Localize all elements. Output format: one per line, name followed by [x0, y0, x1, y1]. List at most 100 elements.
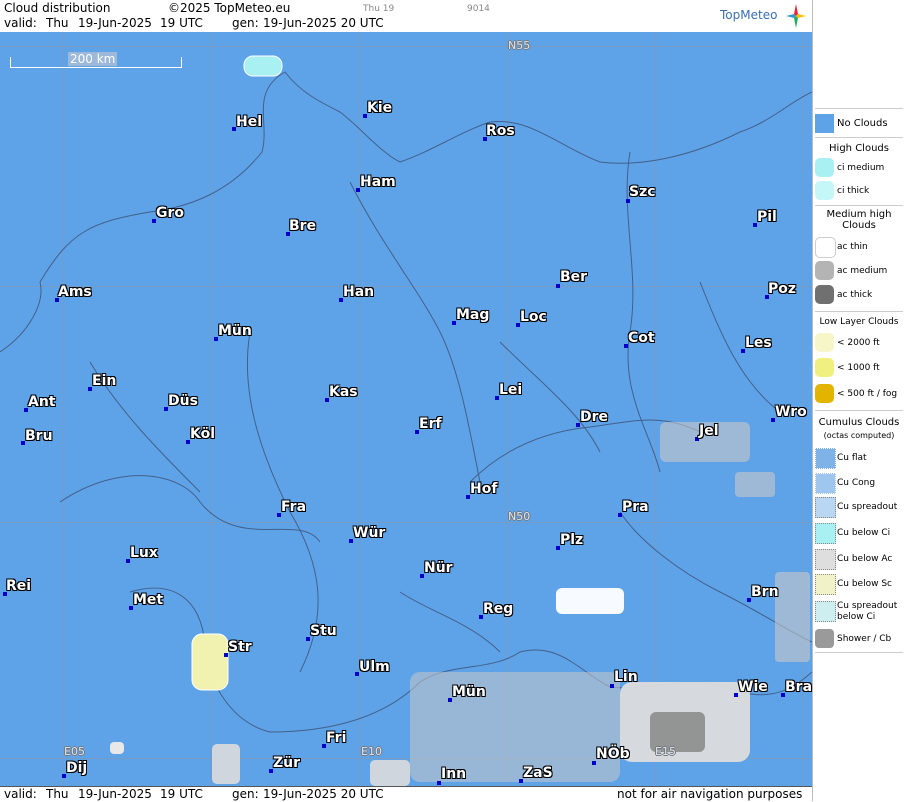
city-label[interactable]: Poz — [768, 281, 796, 297]
legend-cumulus: Cumulus Clouds — [818, 417, 900, 428]
city-label[interactable]: Dre — [580, 409, 608, 425]
legend-lt2000: < 2000 ft — [837, 338, 880, 348]
city-label[interactable]: Erf — [419, 416, 442, 432]
city-label[interactable]: Ant — [28, 394, 56, 410]
city-label[interactable]: Wür — [353, 525, 385, 541]
city-label[interactable]: Met — [133, 592, 163, 608]
legend-divider — [815, 410, 903, 411]
city-label[interactable]: Mün — [218, 323, 252, 339]
city-label[interactable]: Pil — [757, 209, 777, 225]
map-title: Cloud distribution — [4, 1, 111, 15]
legend-divider — [815, 205, 903, 206]
city-label[interactable]: Zür — [273, 755, 300, 771]
cloud-overlay — [110, 55, 810, 786]
city-label[interactable]: Ulm — [359, 659, 390, 675]
city-label[interactable]: Pra — [622, 499, 649, 515]
city-label[interactable]: Str — [228, 639, 252, 655]
city-label[interactable]: ZaS — [523, 765, 553, 781]
city-label[interactable]: Ein — [92, 373, 116, 389]
city-label[interactable]: Ros — [486, 123, 515, 139]
legend-medium-high: Medium high Clouds — [826, 209, 892, 231]
city-label[interactable]: Fri — [326, 730, 346, 746]
ci-medium-swatch — [815, 158, 834, 177]
cloud-map[interactable]: 200 km N55 N50 E05 E10 E15 Hel Kie Ros H… — [0, 32, 812, 786]
city-label[interactable]: Lux — [130, 545, 158, 561]
city-label[interactable]: Mag — [456, 307, 489, 323]
grid-label: N50 — [508, 510, 531, 523]
city-label[interactable]: Gro — [156, 205, 184, 221]
city-label[interactable]: Plz — [560, 532, 583, 548]
legend-divider — [815, 108, 903, 109]
legend-lt1000: < 1000 ft — [837, 363, 880, 373]
city-label[interactable]: Ams — [58, 284, 92, 300]
city-label[interactable]: Jel — [699, 423, 719, 439]
ac-medium-swatch — [815, 261, 834, 280]
valid-label: valid: — [4, 16, 37, 30]
city-label[interactable]: Lin — [614, 669, 638, 685]
city-label[interactable]: Bre — [289, 218, 316, 234]
city-label[interactable]: Hof — [470, 481, 497, 497]
city-label[interactable]: Bru — [25, 428, 53, 444]
city-label[interactable]: Inn — [441, 766, 466, 782]
topmeteo-logo[interactable]: TopMeteo — [720, 8, 777, 22]
city-label[interactable]: Fra — [281, 499, 306, 515]
city-label[interactable]: Köl — [190, 426, 215, 442]
footer-bar: valid: Thu 19-Jun-2025 19 UTC gen: 19-Ju… — [0, 786, 812, 802]
city-label[interactable]: Cot — [628, 330, 655, 346]
city-label[interactable]: Düs — [168, 393, 198, 409]
ac-thin-swatch — [815, 237, 836, 258]
city-label[interactable]: Szc — [629, 184, 656, 200]
city-label[interactable]: Nür — [424, 560, 453, 576]
city-label[interactable]: Stu — [310, 623, 337, 639]
legend-cu-below-ci: Cu below Ci — [837, 528, 891, 538]
city-label[interactable]: Han — [343, 284, 374, 300]
city-label[interactable]: Ber — [560, 269, 587, 285]
legend-high-clouds: High Clouds — [829, 143, 889, 154]
city-label[interactable]: Wie — [738, 679, 768, 695]
city-label[interactable]: Dij — [66, 760, 87, 776]
valid-date: 19-Jun-2025 — [78, 16, 152, 30]
scale-label: 200 km — [68, 52, 118, 66]
city-label[interactable]: Les — [745, 335, 772, 351]
compass-logo-icon — [786, 4, 806, 28]
footer-valid-day: Thu — [46, 787, 69, 801]
city-label[interactable]: Kie — [367, 100, 392, 116]
cu-below-ci-swatch — [815, 523, 836, 544]
city-label[interactable]: Loc — [520, 309, 547, 325]
legend-low-layer: Low Layer Clouds — [819, 317, 899, 327]
legend-cu-spreadout: Cu spreadout — [837, 502, 898, 512]
disclaimer: not for air navigation purposes — [617, 787, 803, 801]
lt1000-swatch — [815, 358, 834, 377]
legend-ac-thick: ac thick — [837, 290, 873, 300]
legend-cumulus-sub: (octas computed) — [823, 431, 895, 440]
city-label[interactable]: Brn — [751, 584, 779, 600]
city-label[interactable]: Kas — [329, 384, 358, 400]
small-code: 9014 — [467, 4, 490, 14]
cu-spreadout-swatch — [815, 497, 836, 518]
city-label[interactable]: Mün — [452, 684, 486, 700]
ci-thick-swatch — [815, 181, 834, 200]
legend-ci-thick: ci thick — [837, 186, 870, 196]
shower-cb-swatch — [815, 629, 834, 648]
valid-time: 19 UTC — [160, 16, 203, 30]
city-label[interactable]: Bra — [785, 679, 812, 695]
lt500-swatch — [815, 384, 834, 403]
header-bar: Cloud distribution ©2025 TopMeteo.eu Thu… — [0, 0, 812, 33]
city-label[interactable]: Hel — [236, 114, 262, 130]
gen-datetime: 19-Jun-2025 20 UTC — [263, 16, 384, 30]
legend-panel: No Clouds High Clouds ci medium ci thick… — [812, 0, 904, 801]
legend-lt500: < 500 ft / fog — [837, 389, 898, 399]
no-clouds-swatch — [815, 114, 834, 133]
city-label[interactable]: Lei — [499, 382, 522, 398]
city-label[interactable]: Rei — [6, 578, 31, 594]
lt2000-swatch — [815, 333, 834, 352]
city-label[interactable]: Wro — [775, 404, 807, 420]
legend-cu-flat: Cu flat — [837, 453, 867, 463]
city-label[interactable]: NÖb — [596, 746, 630, 762]
city-label[interactable]: Ham — [360, 174, 396, 190]
grid-label: E10 — [361, 745, 382, 758]
city-label[interactable]: Reg — [483, 601, 513, 617]
legend-divider — [815, 137, 903, 138]
cu-below-sc-swatch — [815, 574, 836, 595]
cu-cong-swatch — [815, 473, 836, 494]
